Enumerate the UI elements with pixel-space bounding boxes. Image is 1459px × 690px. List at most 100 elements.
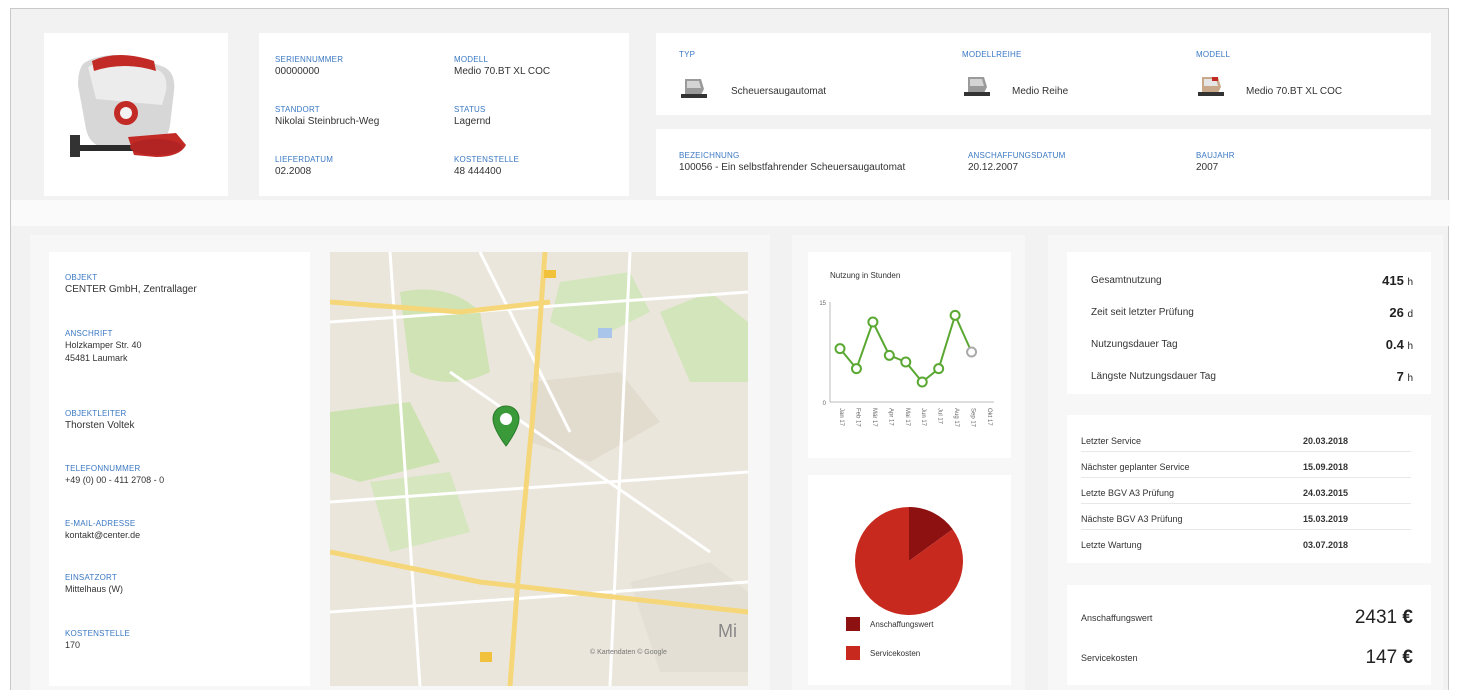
classification-card: Typ Scheuersaugautomat Modellreihe Medio… [656,33,1431,115]
address-line-2: 45481 Laumark [65,353,128,363]
acquisition-date-value: 20.12.2007 [968,162,1019,173]
phone-value[interactable]: +49 (0) 00 - 411 2708 - 0 [65,474,164,487]
legend-swatch-acquisition [846,617,860,631]
usage-data-point [883,349,895,361]
dashboard: Seriennummer 00000000 Modell Medio 70.BT X… [10,8,1450,690]
date-row: Nächster geplanter Service 15.09.2018 [1081,456,1411,478]
model-value: Medio 70.BT XL COC [454,66,551,77]
address-line-1: Holzkamper Str. 40 [65,340,142,350]
y-tick-label: 15 [819,301,826,307]
cost-label: Anschaffungswert [1081,613,1153,623]
date-row: Letzte Wartung 03.07.2018 [1081,534,1411,556]
metric-row: Gesamtnutzung 415 h [1091,270,1413,290]
status-value: Lagernd [454,116,491,127]
cost-label: Servicekosten [1081,653,1138,663]
map[interactable]: Mi © Kartendaten © Google [330,252,748,686]
machine-photo-card [44,33,228,196]
usage-data-point [966,346,978,358]
email-label: E-Mail-Adresse [65,519,136,528]
type-value: Scheuersaugautomat [731,86,827,97]
usage-data-point [850,363,862,375]
map-corner-label: Mi [718,621,737,641]
metric-value: 0.4 h [1385,336,1413,352]
cost-pie-chart [855,507,963,615]
service-dates-card: Letzter Service 20.03.2018 Nächster gepla… [1067,415,1431,563]
manager-value: Thorsten Voltek [65,420,135,431]
model-series-value: Medio Reihe [1012,86,1069,97]
serial-value: 00000000 [275,66,320,77]
x-tick-label: Aug 17 [953,408,959,428]
usage-data-point [933,363,945,375]
designation-label: Bezeichnung [679,151,740,160]
metric-value: 415 h [1382,272,1413,288]
cost-value: 147 € [1365,647,1413,668]
y-tick-label: 0 [823,401,827,407]
machine-info-card: Seriennummer 00000000 Modell Medio 70.BT X… [259,33,629,196]
metric-row: Zeit seit letzter Prüfung 26 d [1091,302,1413,322]
legend-label-service: Servicekosten [870,648,921,658]
usage-data-point [834,343,846,355]
usage-data-point [916,376,928,388]
object-label: Objekt [65,273,98,282]
object-value: CENTER GmbH, Zentrallager [65,284,197,295]
date-row: Letzte BGV A3 Prüfung 24.03.2015 [1081,482,1411,504]
date-value: 15.09.2018 [1303,461,1349,472]
x-tick-label: Apr 17 [887,408,893,426]
date-label: Letzte Wartung [1081,540,1142,550]
costs-card: Anschaffungswert 2431 € Servicekosten 147 … [1067,585,1431,685]
scrubber-machine-icon [962,73,992,99]
metric-label: Gesamtnutzung [1091,274,1162,286]
site-value: Mittelhaus (W) [65,584,124,594]
date-label: Nächster geplanter Service [1081,461,1190,472]
metric-label: Zeit seit letzter Prüfung [1091,306,1194,318]
legend-label-acquisition: Anschaffungswert [870,619,934,629]
manager-label: Objektleiter [65,409,127,418]
delivery-date-label: Lieferdatum [275,155,334,164]
metric-row: Nutzungsdauer Tag 0.4 h [1091,334,1413,354]
status-label: Status [454,105,486,114]
x-tick-label: Jul 17 [937,408,943,425]
designation-value: 100056 - Ein selbstfahrender Scheuersaug… [679,162,906,173]
cost-value: 2431 € [1354,607,1413,628]
cost-center-value: 48 444400 [454,166,502,177]
location-panel: Objekt CENTER GmbH, Zentrallager Anschrif… [30,235,770,690]
legend-acquisition: Anschaffungswert [846,617,933,631]
model-label: Modell [454,55,489,64]
build-year-label: Baujahr [1196,151,1235,160]
map-attribution: © Kartendaten © Google [590,648,667,656]
usage-line-chart: 0 15 Jan 17 Feb 17 Mär 17 Apr 17 Mai 17 Jun 17 J… [819,301,994,428]
x-tick-label: Okt 17 [986,408,992,426]
scrubber-machine-icon [679,75,709,101]
map-marker-icon[interactable] [491,404,521,448]
section-divider [11,200,1450,226]
charts-panel: Nutzung in Stunden 0 15 Jan 17 Feb 17 Mär 17… [792,235,1025,690]
location-value: Nikolai Steinbruch-Weg [275,116,380,127]
stats-panel: Gesamtnutzung 415 h Zeit seit letzter Prü… [1048,235,1443,690]
date-row: Letzter Service 20.03.2018 [1081,430,1411,452]
date-row: Nächste BGV A3 Prüfung 15.03.2019 [1081,508,1411,530]
serial-label: Seriennummer [275,55,344,64]
usage-chart-card: Nutzung in Stunden 0 15 Jan 17 Feb 17 Mär 17… [808,252,1011,458]
location-label: Standort [275,105,320,114]
metric-label: Nutzungsdauer Tag [1091,338,1178,350]
x-tick-label: Mai 17 [904,408,910,427]
date-value: 20.03.2018 [1303,435,1349,446]
usage-data-point [900,356,912,368]
date-value: 03.07.2018 [1303,540,1349,550]
contact-card: Objekt CENTER GmbH, Zentrallager Anschrif… [49,252,310,686]
x-tick-label: Jan 17 [838,408,844,427]
cost-row: Anschaffungswert 2431 € [1081,607,1413,629]
usage-metrics-card: Gesamtnutzung 415 h Zeit seit letzter Prü… [1067,252,1431,394]
email-value[interactable]: kontakt@center.de [65,529,140,542]
metric-label: Längste Nutzungsdauer Tag [1091,370,1216,382]
cost-center-label-2: Kostenstelle [65,629,131,638]
type-label: Typ [679,50,696,59]
usage-data-point [949,309,961,321]
date-label: Nächste BGV A3 Prüfung [1081,513,1183,524]
legend-service: Servicekosten [846,646,920,660]
cost-row: Servicekosten 147 € [1081,647,1413,669]
model-value-top: Medio 70.BT XL COC [1246,86,1343,97]
phone-label: Telefonnummer [65,464,141,473]
x-tick-label: Feb 17 [854,408,860,427]
x-tick-label: Jun 17 [920,408,926,427]
